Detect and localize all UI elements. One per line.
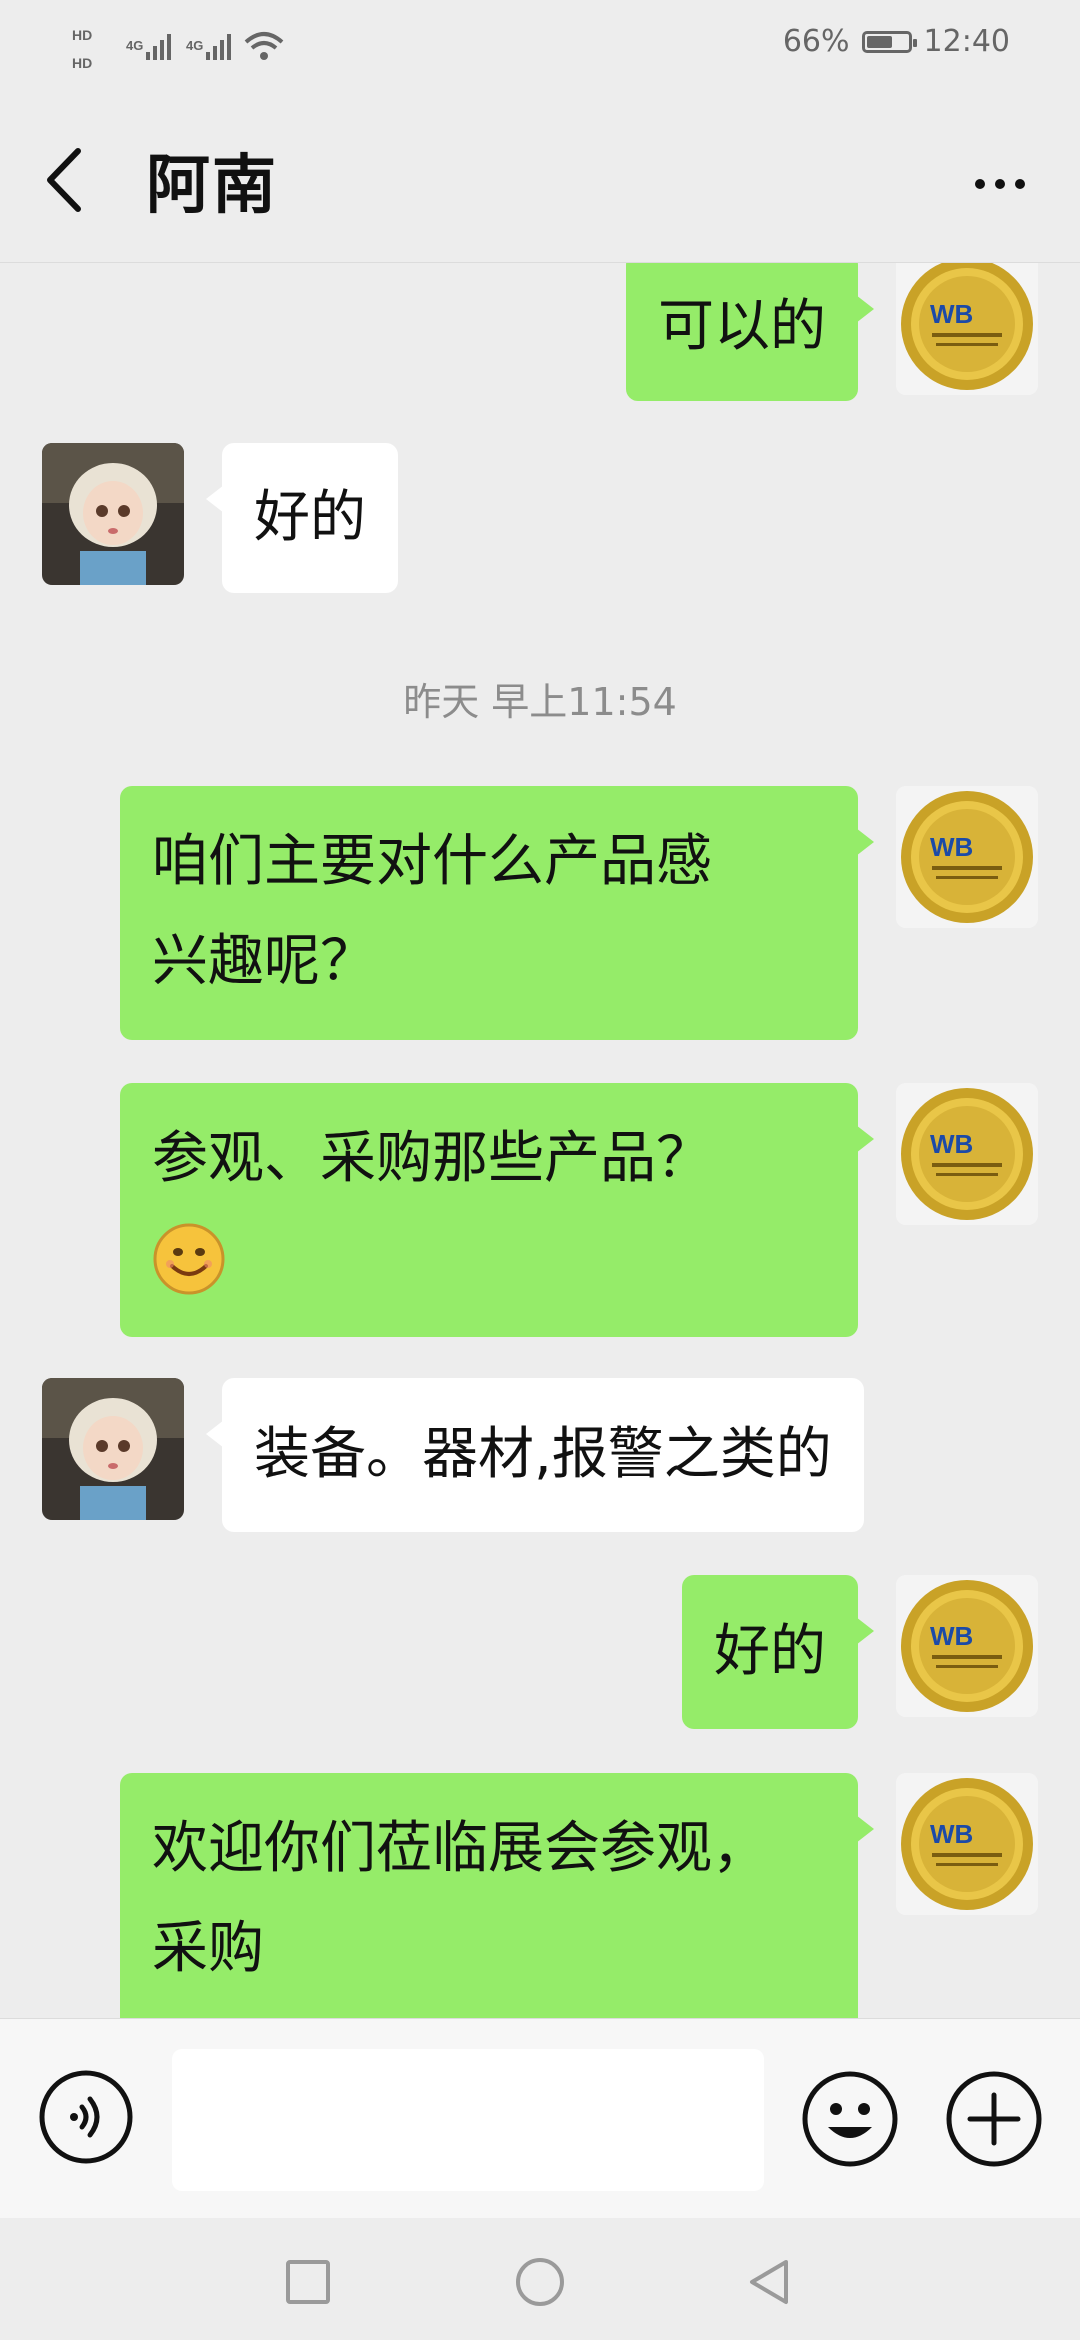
message-text-line: 咱们主要对什么产品感: [152, 829, 712, 894]
my-avatar[interactable]: WB: [896, 1083, 1038, 1225]
svg-text:HD: HD: [72, 27, 92, 43]
svg-text:WB: WB: [930, 299, 973, 329]
gold-coin-avatar-icon: WB: [896, 263, 1038, 395]
message-text: 好的: [254, 485, 366, 550]
svg-text:WB: WB: [930, 1621, 973, 1651]
voice-button[interactable]: [38, 2069, 134, 2165]
my-avatar[interactable]: WB: [896, 786, 1038, 928]
message-bubble-outgoing[interactable]: 咱们主要对什么产品感 兴趣呢？: [120, 786, 874, 1040]
gold-coin-avatar-icon: WB: [896, 1773, 1038, 1915]
message-text-line: 欢迎你们莅临展会参观，: [152, 1816, 768, 1881]
chat-header: 阿南: [0, 92, 1080, 263]
recents-square-icon: [286, 2260, 330, 2304]
smile-emoji-icon: [153, 1223, 225, 1295]
plus-button[interactable]: [944, 2069, 1044, 2169]
message-bubble-outgoing[interactable]: 欢迎你们莅临展会参观， 采购: [120, 1773, 874, 2018]
emoji-button[interactable]: [800, 2069, 900, 2169]
status-time: 12:40: [923, 24, 1010, 59]
home-circle-icon: [516, 2258, 564, 2306]
message-input[interactable]: [172, 2049, 764, 2191]
message-text-line: 兴趣呢？: [152, 929, 376, 994]
system-nav-bar: [0, 2218, 1080, 2340]
gold-coin-avatar-icon: WB: [896, 1575, 1038, 1717]
chevron-left-icon: [47, 148, 81, 212]
plus-icon: [946, 2071, 1042, 2167]
message-bubble-incoming[interactable]: 装备。器材,报警之类的: [206, 1378, 864, 1532]
back-triangle-icon: [750, 2260, 788, 2304]
svg-text:WB: WB: [930, 1129, 973, 1159]
my-avatar[interactable]: WB: [896, 1773, 1038, 1915]
more-dots-icon: [975, 179, 985, 189]
svg-text:4G: 4G: [186, 38, 203, 53]
message-text: 好的: [714, 1619, 826, 1684]
more-button[interactable]: [960, 164, 1040, 204]
my-avatar[interactable]: WB: [896, 263, 1038, 395]
emoji-icon: [802, 2071, 898, 2167]
voice-icon: [39, 2070, 133, 2164]
svg-text:4G: 4G: [126, 38, 143, 53]
doll-avatar-icon: [42, 443, 184, 585]
message-bubble-incoming[interactable]: 好的: [206, 443, 398, 593]
message-bubble-outgoing[interactable]: 可以的: [626, 263, 874, 401]
battery-percent: 66%: [782, 24, 850, 59]
message-text: 装备。器材,报警之类的: [254, 1422, 832, 1487]
gold-coin-avatar-icon: WB: [896, 1083, 1038, 1225]
input-bar: [0, 2018, 1080, 2219]
my-avatar[interactable]: WB: [896, 1575, 1038, 1717]
message-bubble-outgoing[interactable]: 好的: [682, 1575, 874, 1729]
contact-avatar[interactable]: [42, 443, 184, 585]
battery-icon: [861, 30, 917, 53]
home-button[interactable]: [512, 2254, 568, 2310]
gold-coin-avatar-icon: WB: [896, 786, 1038, 928]
recents-button[interactable]: [280, 2254, 336, 2310]
signal-icon: HD HD 4G 4G: [72, 27, 284, 71]
status-bar: HD HD 4G 4G 66% 12:40: [0, 0, 1080, 92]
message-bubble-outgoing[interactable]: 参观、采购那些产品？: [120, 1083, 874, 1337]
back-button[interactable]: [40, 140, 100, 220]
svg-text:HD: HD: [72, 55, 92, 71]
message-text: 可以的: [658, 294, 826, 359]
svg-text:WB: WB: [930, 1819, 973, 1849]
message-text-line: 采购: [152, 1916, 264, 1981]
page-title: 阿南: [146, 149, 278, 223]
message-timestamp: 昨天 早上11:54: [403, 680, 677, 724]
contact-avatar[interactable]: [42, 1378, 184, 1520]
network-indicators: HD HD 4G 4G: [68, 16, 288, 84]
svg-text:WB: WB: [930, 832, 973, 862]
chat-messages[interactable]: 可以的 WB 好的 昨天 早上11:54 咱们主要对什么产品感 兴趣呢？ WB …: [0, 263, 1080, 2018]
message-text-line: 参观、采购那些产品？: [152, 1126, 712, 1191]
back-nav-button[interactable]: [742, 2254, 798, 2310]
doll-avatar-icon: [42, 1378, 184, 1520]
